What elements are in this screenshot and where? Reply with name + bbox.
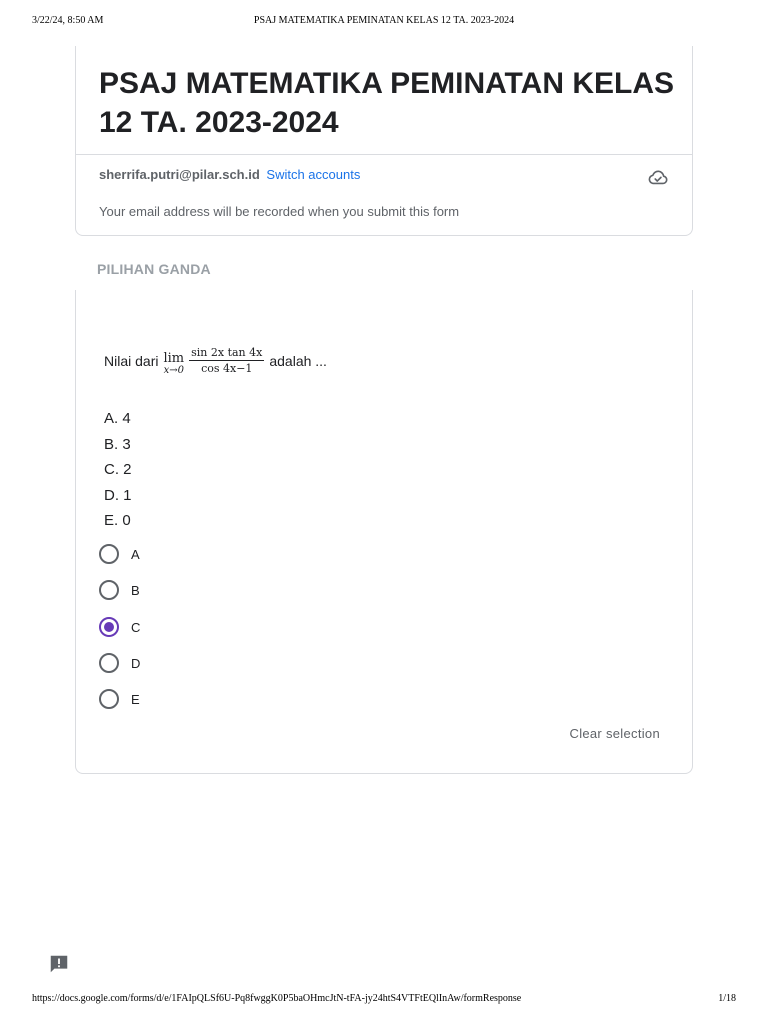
account-email: sherrifa.putri@pilar.sch.id (99, 167, 260, 182)
account-info: sherrifa.putri@pilar.sch.id Switch accou… (99, 167, 360, 182)
radio-choice-a[interactable]: A (99, 543, 140, 565)
question-suffix: adalah ... (269, 352, 327, 369)
fraction-denominator: cos 4x−1 (201, 362, 253, 375)
radio-label: B (131, 582, 140, 598)
radio-label: E (131, 691, 140, 707)
fraction-numerator: sin 2x tan 4x (189, 346, 265, 361)
option-text: B. 3 (104, 435, 131, 453)
print-doc-title: PSAJ MATEMATIKA PEMINATAN KELAS 12 TA. 2… (253, 15, 515, 26)
radio-label: A (131, 546, 140, 562)
email-record-note: Your email address will be recorded when… (99, 204, 460, 219)
print-url: https://docs.google.com/forms/d/e/1FAIpQ… (32, 993, 522, 1004)
radio-button[interactable] (99, 653, 119, 673)
print-page-number: 1/18 (718, 993, 736, 1004)
radio-label: C (131, 619, 141, 635)
radio-button[interactable] (99, 544, 119, 564)
radio-choice-d[interactable]: D (99, 652, 140, 674)
switch-accounts-link[interactable]: Switch accounts (266, 167, 360, 182)
header-divider (76, 154, 692, 155)
print-header: 3/22/24, 8:50 AM PSAJ MATEMATIKA PEMINAT… (32, 15, 736, 29)
option-text: C. 2 (104, 461, 132, 478)
answer-options-list: A. 4 B. 3 C. 2 D. 1 E. 0 (104, 406, 132, 534)
cloud-saved-icon[interactable] (647, 166, 669, 188)
radio-choice-e[interactable]: E (99, 688, 140, 710)
option-text: A. 4 (104, 410, 131, 427)
section-title: PILIHAN GANDA (97, 261, 211, 277)
form-header-card: PSAJ MATEMATIKA PEMINATAN KELAS 12 TA. 2… (75, 46, 693, 236)
radio-button-selected[interactable] (99, 617, 119, 637)
radio-choice-c[interactable]: C (99, 616, 140, 638)
radio-button[interactable] (99, 689, 119, 709)
limit-subscript: x→0 (163, 365, 184, 376)
question-prefix: Nilai dari (104, 352, 159, 369)
option-text: D. 1 (104, 486, 132, 504)
radio-label: D (131, 655, 141, 671)
limit-operator: lim (163, 351, 185, 366)
radio-button[interactable] (99, 580, 119, 600)
limit-expression: lim x→0 (163, 351, 184, 376)
radio-choice-b[interactable]: B (99, 579, 140, 601)
question-card: Nilai dari lim x→0 sin 2x tan 4x cos 4x−… (75, 290, 693, 774)
form-title: PSAJ MATEMATIKA PEMINATAN KELAS 12 TA. 2… (99, 67, 674, 139)
feedback-icon[interactable] (48, 953, 70, 975)
limit-fraction: sin 2x tan 4x cos 4x−1 (189, 346, 265, 375)
question-text: Nilai dari lim x→0 sin 2x tan 4x cos 4x−… (104, 346, 327, 376)
clear-selection-button[interactable]: Clear selection (570, 726, 661, 741)
option-text: E. 0 (104, 512, 131, 529)
print-footer: https://docs.google.com/forms/d/e/1FAIpQ… (32, 993, 736, 1007)
